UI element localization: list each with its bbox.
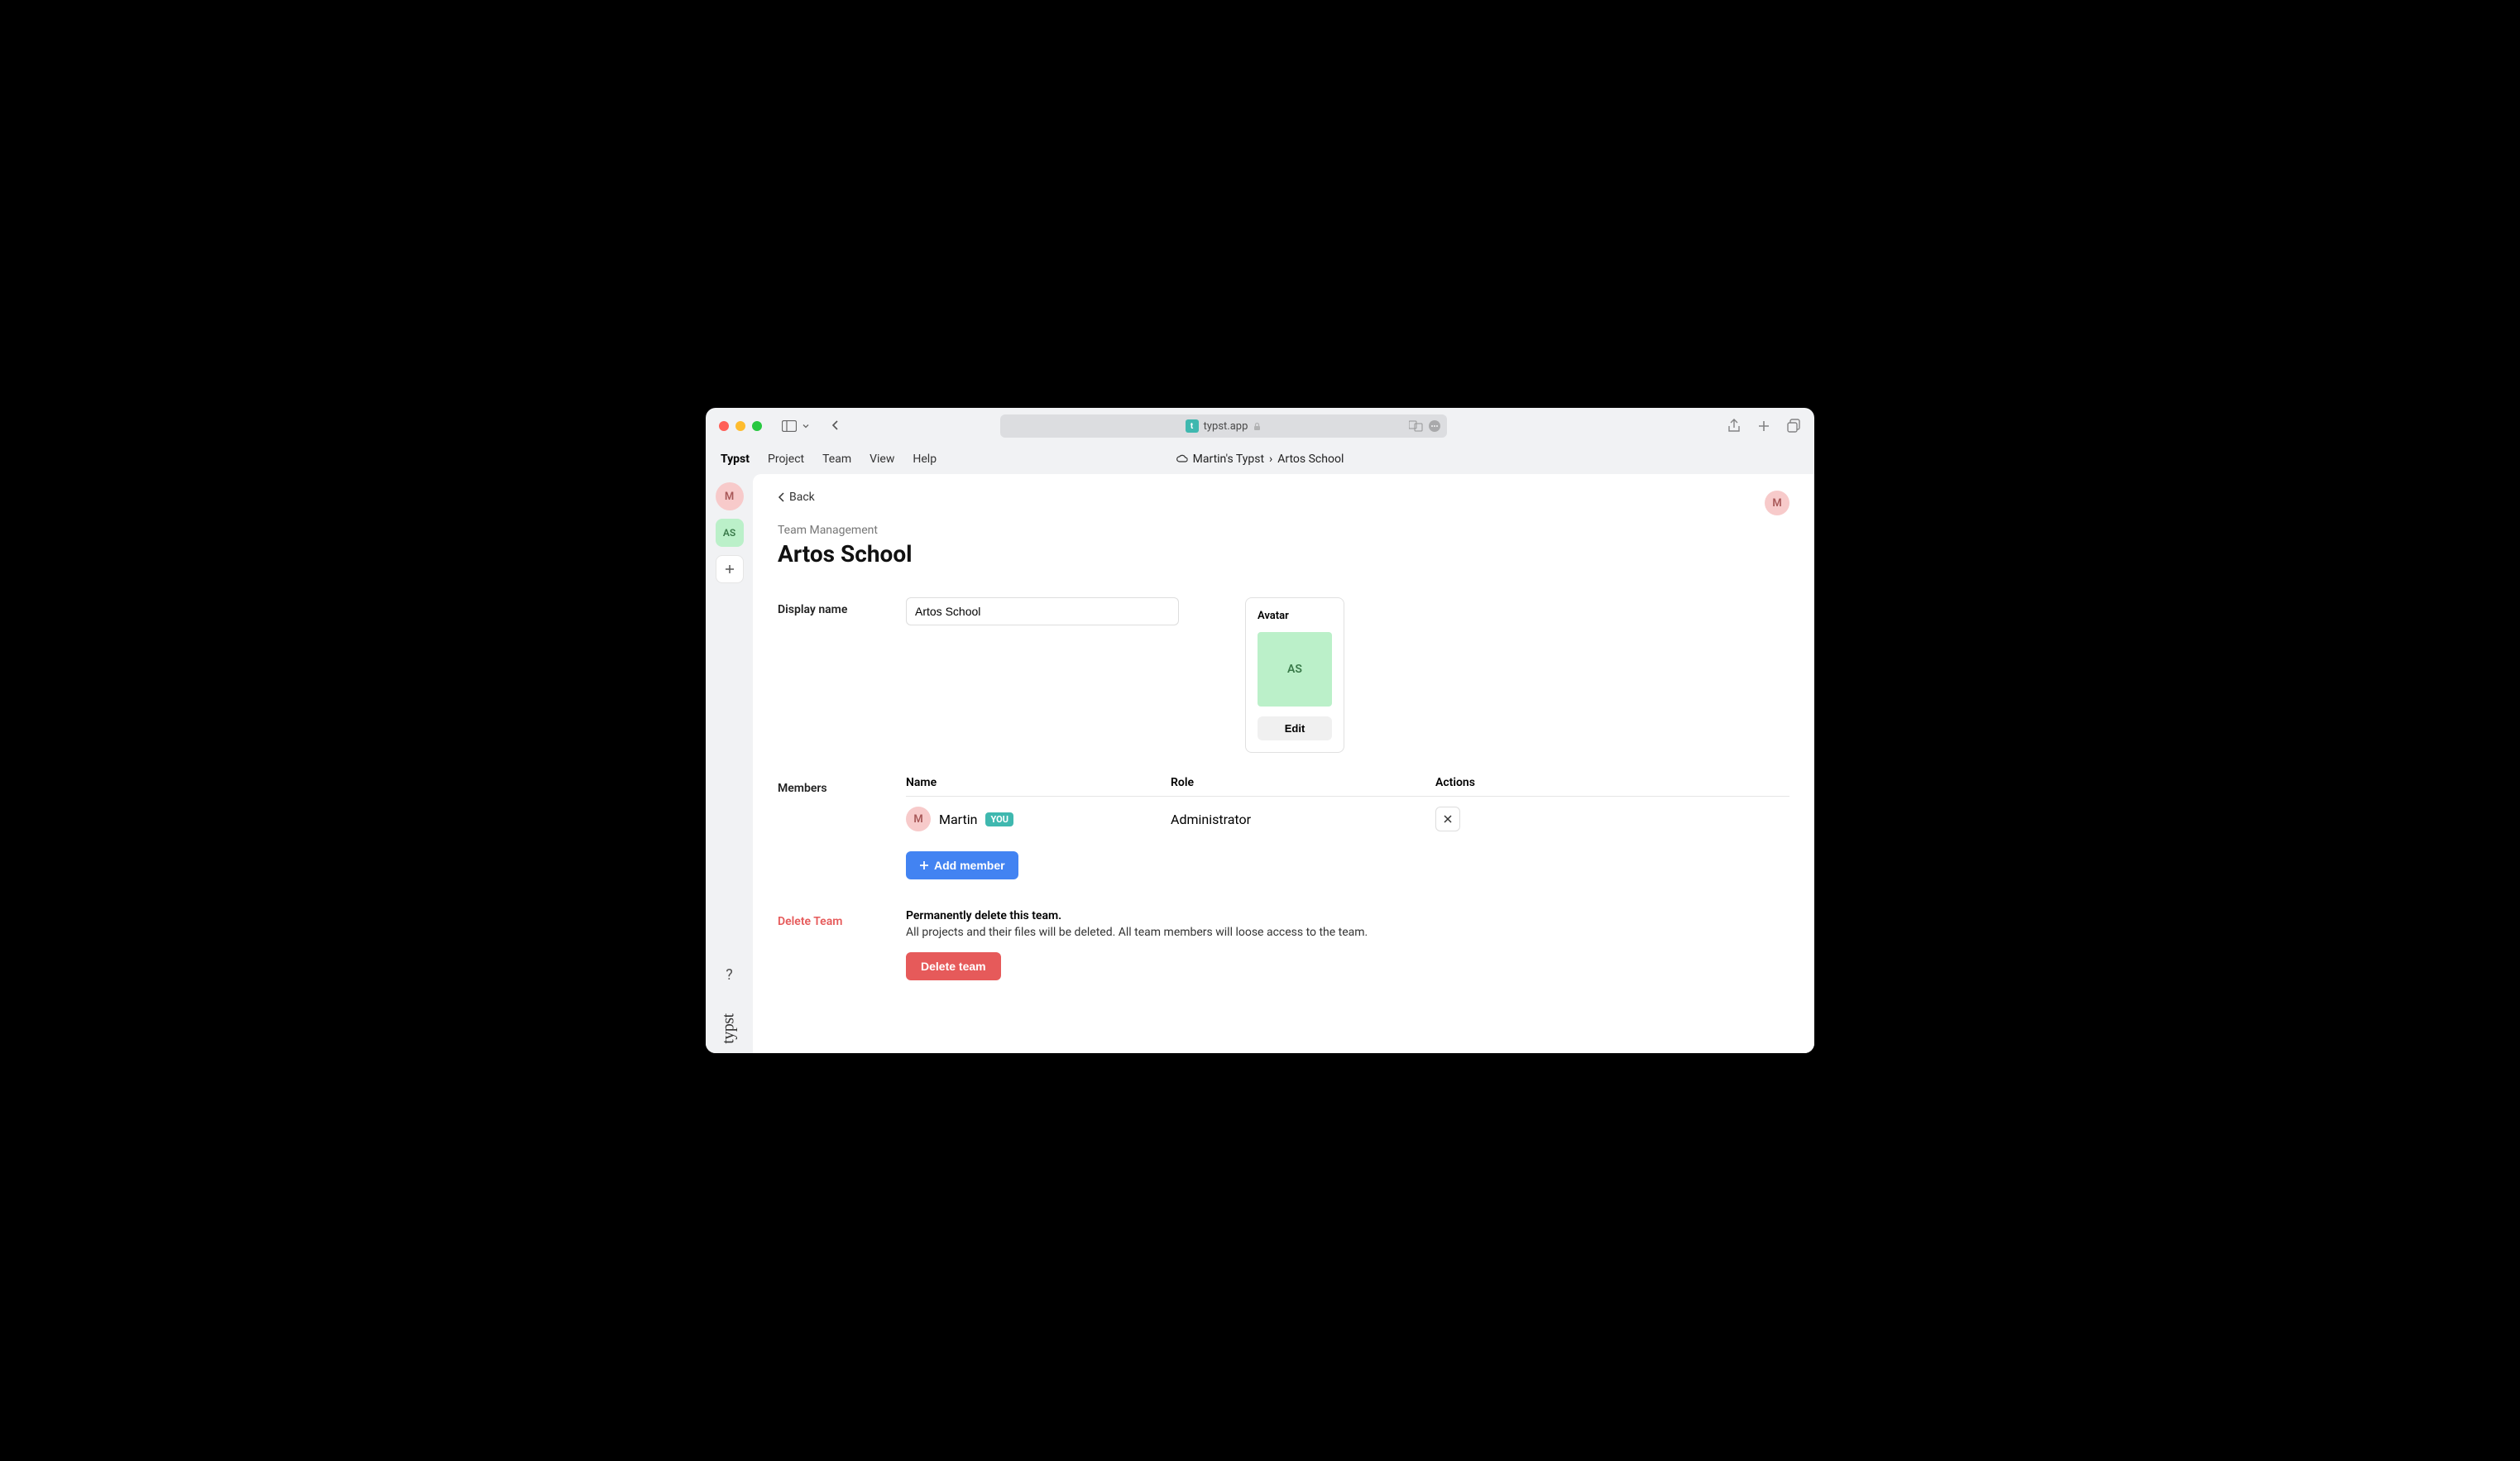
url-bar[interactable]: t typst.app	[1000, 414, 1447, 438]
avatar-label: Avatar	[1258, 610, 1332, 622]
section-label: Team Management	[778, 524, 1789, 537]
member-name-cell: M Martin YOU	[906, 807, 1171, 831]
table-header: Name Role Actions	[906, 776, 1789, 797]
translate-icon[interactable]	[1409, 419, 1424, 433]
breadcrumb-workspace[interactable]: Martin's Typst	[1193, 453, 1264, 466]
member-avatar: M	[906, 807, 931, 831]
menu-help[interactable]: Help	[913, 453, 937, 466]
minimize-window-button[interactable]	[735, 421, 745, 431]
typst-logo: typst	[720, 1013, 739, 1043]
site-icon: t	[1186, 419, 1199, 433]
traffic-lights	[719, 421, 762, 431]
cloud-icon	[1176, 454, 1188, 464]
menu-view[interactable]: View	[870, 453, 894, 466]
delete-title: Permanently delete this team.	[906, 909, 1789, 922]
lock-icon	[1253, 422, 1262, 431]
table-row: M Martin YOU Administrator	[906, 797, 1789, 841]
browser-back-button[interactable]	[826, 415, 845, 438]
you-badge: YOU	[985, 812, 1013, 826]
close-icon	[1443, 814, 1453, 824]
sidebar-toggle-button[interactable]	[779, 417, 813, 435]
display-name-label: Display name	[778, 597, 906, 625]
back-label: Back	[789, 491, 815, 504]
back-link[interactable]: Back	[778, 491, 1789, 504]
menu-project[interactable]: Project	[768, 453, 804, 466]
add-member-label: Add member	[934, 859, 1005, 872]
add-member-button[interactable]: Add member	[906, 851, 1018, 879]
remove-member-button[interactable]	[1435, 807, 1460, 831]
chevron-left-icon	[778, 492, 786, 502]
user-avatar[interactable]: M	[1765, 491, 1789, 515]
browser-window: t typst.app Typst Project Team View Help…	[706, 408, 1814, 1053]
delete-section-label: Delete Team	[778, 909, 906, 928]
url-text: typst.app	[1204, 420, 1248, 433]
member-role: Administrator	[1171, 812, 1435, 827]
members-table: Name Role Actions M Martin YOU Administr…	[906, 776, 1789, 879]
tabs-icon[interactable]	[1786, 419, 1801, 434]
menu-typst[interactable]: Typst	[721, 453, 750, 466]
user-workspace-avatar[interactable]: M	[716, 482, 744, 510]
plus-icon	[724, 563, 735, 575]
app-area: M AS ? typst Back M Team Management Arto…	[706, 474, 1814, 1053]
breadcrumb-separator: ›	[1269, 453, 1272, 466]
team-workspace-avatar[interactable]: AS	[716, 519, 744, 547]
chevron-down-icon	[802, 422, 810, 430]
members-label: Members	[778, 776, 906, 795]
main-panel: Back M Team Management Artos School Disp…	[753, 474, 1814, 1053]
help-button[interactable]: ?	[726, 966, 733, 984]
menu-team[interactable]: Team	[822, 453, 851, 466]
page-title: Artos School	[778, 540, 1789, 568]
share-icon[interactable]	[1727, 419, 1741, 434]
breadcrumb: Martin's Typst › Artos School	[1176, 453, 1344, 466]
delete-description: All projects and their files will be del…	[906, 926, 1789, 939]
browser-chrome: t typst.app	[706, 408, 1814, 444]
header-name: Name	[906, 776, 1171, 789]
add-workspace-button[interactable]	[716, 555, 744, 583]
header-role: Role	[1171, 776, 1435, 789]
avatar-preview: AS	[1258, 632, 1332, 707]
more-icon[interactable]	[1427, 419, 1442, 433]
avatar-card: Avatar AS Edit	[1245, 597, 1344, 753]
left-sidebar: M AS ? typst	[706, 474, 753, 1053]
close-window-button[interactable]	[719, 421, 729, 431]
plus-icon	[919, 860, 929, 870]
edit-avatar-button[interactable]: Edit	[1258, 716, 1332, 740]
member-name: Martin	[939, 812, 977, 827]
menubar: Typst Project Team View Help Martin's Ty…	[706, 444, 1814, 474]
new-tab-icon[interactable]	[1756, 419, 1771, 434]
display-name-input[interactable]	[906, 597, 1179, 625]
breadcrumb-current[interactable]: Artos School	[1277, 453, 1344, 466]
maximize-window-button[interactable]	[752, 421, 762, 431]
header-actions: Actions	[1435, 776, 1789, 789]
delete-team-button[interactable]: Delete team	[906, 952, 1001, 980]
sidebar-icon	[782, 420, 797, 432]
chevron-left-icon	[830, 419, 841, 431]
